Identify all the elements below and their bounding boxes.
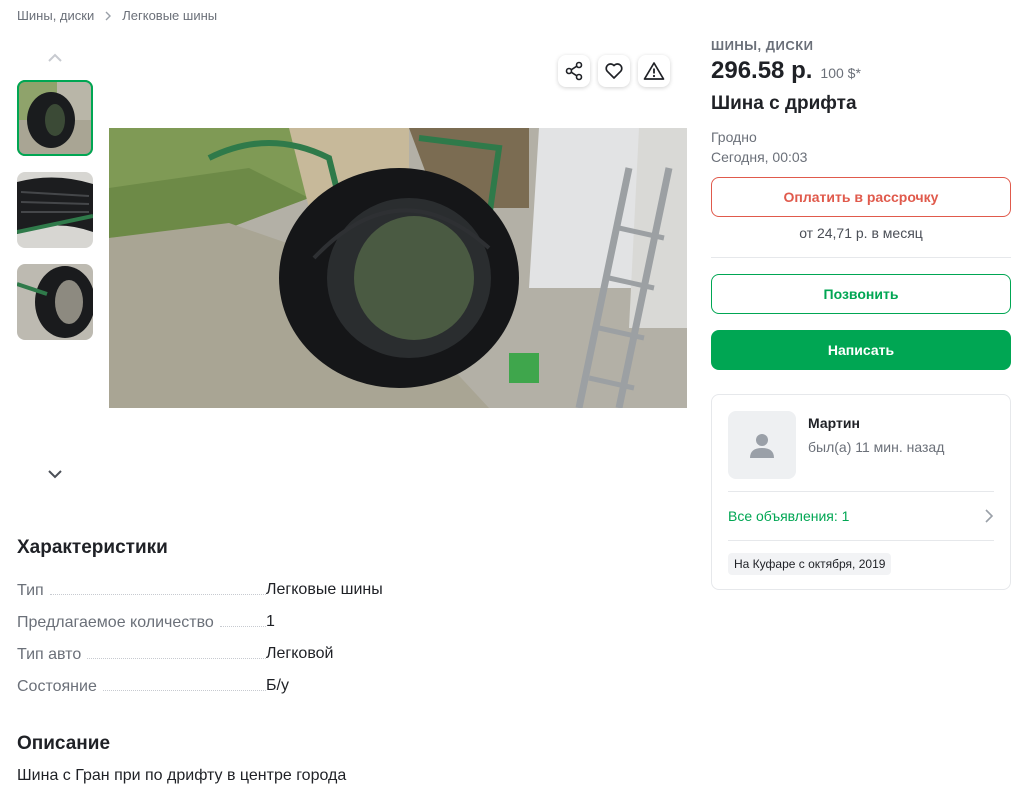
seller-info: Мартин был(а) 11 мин. назад	[808, 411, 944, 479]
characteristic-row: Состояние Б/у	[17, 670, 397, 702]
description-text: Шина с Гран при по дрифту в центре город…	[17, 767, 347, 784]
price: 296.58 р.	[711, 57, 813, 84]
installment-button[interactable]: Оплатить в рассрочку	[711, 177, 1011, 217]
characteristic-row: Тип авто Легковой	[17, 638, 397, 670]
characteristics-title: Характеристики	[17, 537, 168, 558]
seller-last-seen: был(а) 11 мин. назад	[808, 439, 945, 455]
divider	[711, 257, 1011, 258]
price-usd: 100 $*	[820, 65, 861, 81]
chevron-right-icon	[985, 509, 994, 523]
warning-icon	[643, 62, 665, 80]
report-button[interactable]	[638, 55, 670, 87]
call-button[interactable]: Позвонить	[711, 274, 1011, 314]
thumb-scroll-down-button[interactable]	[45, 464, 65, 484]
listing-actions	[558, 55, 670, 87]
seller-name[interactable]: Мартин	[808, 415, 944, 431]
breadcrumb: Шины, диски Легковые шины	[17, 8, 217, 23]
share-button[interactable]	[558, 55, 590, 87]
chevron-right-icon	[104, 11, 112, 21]
heart-icon	[605, 63, 623, 79]
divider	[728, 540, 994, 541]
installment-note: от 24,71 р. в месяц	[799, 225, 923, 241]
thumbnail-list	[17, 80, 93, 356]
thumbnail-1[interactable]	[17, 80, 93, 156]
thumbnail-3[interactable]	[17, 264, 93, 340]
favorite-button[interactable]	[598, 55, 630, 87]
thumb-scroll-up-button[interactable]	[45, 48, 65, 68]
listing-category: ШИНЫ, ДИСКИ	[711, 38, 814, 53]
characteristic-row: Предлагаемое количество 1	[17, 606, 397, 638]
characteristic-value: 1	[266, 613, 275, 630]
chevron-up-icon	[48, 53, 62, 62]
seller-header: Мартин был(а) 11 мин. назад	[728, 411, 994, 479]
characteristic-value: Легковые шины	[266, 581, 383, 598]
description-title: Описание	[17, 733, 111, 754]
listing-sidebar: ШИНЫ, ДИСКИ 296.58 р. 100 $* Шина с дриф…	[711, 38, 1011, 590]
characteristic-label: Тип авто	[17, 645, 82, 663]
seller-card: Мартин был(а) 11 мин. назад Все объявлен…	[711, 394, 1011, 590]
write-button[interactable]: Написать	[711, 330, 1011, 370]
breadcrumb-link-passenger-tires[interactable]: Легковые шины	[122, 8, 217, 23]
listing-title: Шина с дрифта	[711, 93, 857, 114]
listing-city: Гродно	[711, 129, 757, 145]
characteristic-value: Б/у	[266, 677, 289, 694]
listing-meta: Гродно Сегодня, 00:03	[711, 127, 1011, 167]
characteristic-label: Тип	[17, 581, 44, 599]
listing-posted-time: Сегодня, 00:03	[711, 149, 808, 165]
characteristic-row: Тип Легковые шины	[17, 574, 397, 606]
characteristic-value: Легковой	[266, 645, 334, 662]
characteristics-list: Тип Легковые шины Предлагаемое количеств…	[17, 574, 397, 702]
user-icon	[750, 434, 774, 458]
characteristic-label: Состояние	[17, 677, 97, 695]
chevron-down-icon	[48, 470, 62, 479]
all-ads-link[interactable]: Все объявления: 1	[728, 492, 994, 540]
breadcrumb-link-tires-wheels[interactable]: Шины, диски	[17, 8, 94, 23]
avatar[interactable]	[728, 411, 796, 479]
all-ads-label: Все объявления: 1	[728, 508, 850, 524]
price-row: 296.58 р. 100 $*	[711, 57, 1011, 85]
thumbnail-2[interactable]	[17, 172, 93, 248]
share-icon	[565, 61, 583, 81]
characteristic-label: Предлагаемое количество	[17, 613, 214, 631]
main-photo[interactable]	[109, 128, 687, 408]
member-since-badge: На Куфаре с октября, 2019	[728, 553, 892, 575]
